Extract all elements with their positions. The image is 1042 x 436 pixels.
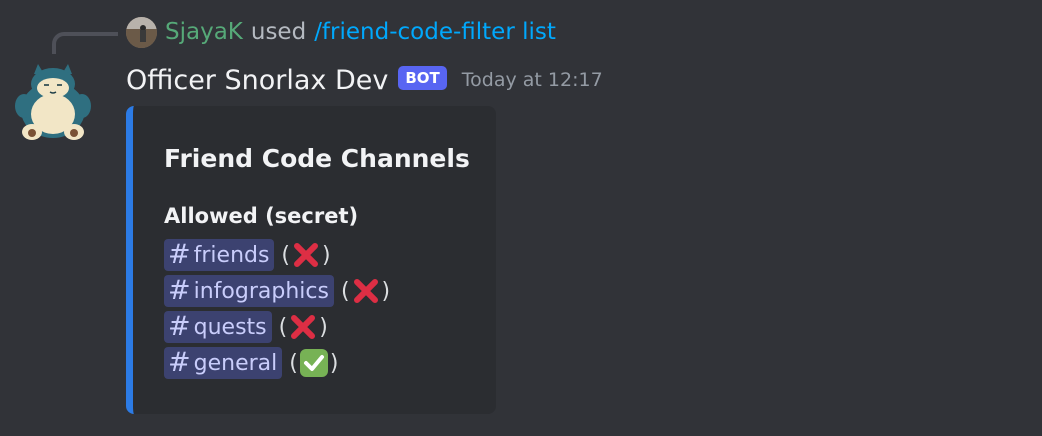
close-paren: ) bbox=[381, 278, 391, 304]
channel-hash-icon: # bbox=[168, 347, 191, 378]
message-embed: Friend Code Channels Allowed (secret) # … bbox=[126, 106, 496, 414]
open-paren: ( bbox=[282, 350, 298, 376]
message-timestamp[interactable]: Today at 12:17 bbox=[462, 69, 603, 91]
channel-hash-icon: # bbox=[168, 239, 191, 270]
cross-mark-icon bbox=[288, 312, 318, 342]
channel-name: general bbox=[193, 350, 278, 376]
embed-title: Friend Code Channels bbox=[164, 144, 470, 173]
check-mark-icon bbox=[299, 348, 329, 378]
snorlax-avatar-icon bbox=[15, 64, 91, 140]
reply-action-text: used bbox=[250, 19, 307, 45]
channel-mention-friends[interactable]: # friends bbox=[164, 239, 275, 271]
channel-mention-infographics[interactable]: # infographics bbox=[164, 275, 334, 307]
channel-list: # friends ( ) # infographics ( ) # quest… bbox=[164, 237, 390, 381]
open-paren: ( bbox=[271, 314, 288, 340]
bot-avatar[interactable] bbox=[12, 60, 94, 142]
channel-mention-general[interactable]: # general bbox=[164, 347, 283, 379]
reply-context[interactable]: SjayaK used /friend-code-filter list bbox=[126, 14, 556, 50]
close-paren: ) bbox=[319, 314, 328, 340]
open-paren: ( bbox=[333, 278, 350, 304]
reply-user-avatar[interactable] bbox=[126, 16, 157, 48]
channel-name: quests bbox=[193, 314, 267, 340]
cross-mark-icon bbox=[291, 240, 321, 270]
embed-field-name: Allowed (secret) bbox=[164, 204, 359, 228]
reply-username[interactable]: SjayaK bbox=[165, 19, 243, 45]
channel-hash-icon: # bbox=[168, 275, 191, 306]
reply-command-link[interactable]: /friend-code-filter list bbox=[314, 19, 556, 45]
close-paren: ) bbox=[329, 350, 339, 376]
reply-connector-line bbox=[52, 32, 118, 54]
channel-row: # general ( ) bbox=[164, 345, 390, 381]
channel-row: # friends ( ) bbox=[164, 237, 390, 273]
channel-mention-quests[interactable]: # quests bbox=[164, 311, 272, 343]
bot-badge: BOT bbox=[398, 66, 447, 90]
channel-hash-icon: # bbox=[168, 311, 191, 342]
message-header: Officer Snorlax Dev BOT Today at 12:17 bbox=[126, 60, 603, 100]
channel-row: # quests ( ) bbox=[164, 309, 390, 345]
close-paren: ) bbox=[322, 242, 331, 268]
open-paren: ( bbox=[274, 242, 291, 268]
bot-username[interactable]: Officer Snorlax Dev bbox=[126, 65, 388, 96]
channel-name: friends bbox=[193, 242, 270, 268]
channel-row: # infographics ( ) bbox=[164, 273, 390, 309]
channel-name: infographics bbox=[193, 278, 329, 304]
cross-mark-icon bbox=[351, 276, 381, 306]
